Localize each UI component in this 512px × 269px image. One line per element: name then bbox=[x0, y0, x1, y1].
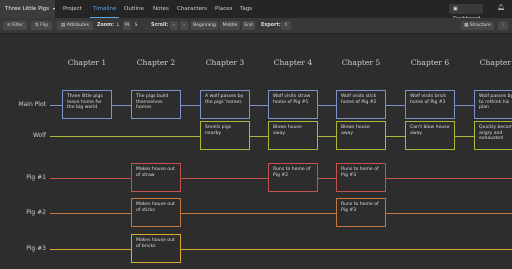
timeline-toolbar: ≡ Filter ⇅ Flip ▤ Attributes Zoom: L M S… bbox=[0, 18, 512, 34]
tab-outline[interactable]: Outline bbox=[124, 0, 144, 18]
scene-card[interactable]: Makes house out of straw bbox=[131, 163, 181, 192]
attributes-button[interactable]: ▤ Attributes bbox=[57, 21, 93, 30]
project-selector[interactable]: Three Little Pigs ▾ bbox=[0, 0, 55, 18]
flip-label: Flip bbox=[40, 23, 49, 28]
filter-button[interactable]: ≡ Filter bbox=[3, 21, 27, 30]
chevron-down-icon: ▾ bbox=[52, 6, 55, 11]
scene-card[interactable]: Wolf visits straw home of Pig #1 bbox=[268, 90, 318, 119]
scene-card[interactable]: Runs to home of Pig #3 bbox=[336, 198, 386, 227]
scene-card[interactable]: Smells pigs nearby bbox=[200, 121, 250, 150]
tab-places[interactable]: Places bbox=[215, 0, 233, 18]
scene-card[interactable]: Makes house out of bricks bbox=[131, 234, 181, 263]
scene-card[interactable]: Blows house away bbox=[268, 121, 318, 150]
scroll-label: Scroll: bbox=[151, 23, 169, 28]
structure-label: Structure bbox=[469, 23, 491, 28]
scroll-beginning-button[interactable]: Beginning bbox=[191, 21, 218, 30]
export-label: Export: bbox=[261, 23, 281, 28]
scene-card[interactable]: A wolf passes by the pigs' homes bbox=[200, 90, 250, 119]
export-icon: ⇪ bbox=[284, 23, 288, 28]
plotline-label[interactable]: Pig #2 bbox=[0, 209, 46, 216]
scene-card[interactable]: Quickly becomes angry and exhausted bbox=[474, 121, 512, 150]
scene-card[interactable]: Blows house away bbox=[336, 121, 386, 150]
scene-card[interactable]: Wolf passes by to rethink his plan bbox=[474, 90, 512, 119]
tab-characters[interactable]: Characters bbox=[177, 0, 207, 18]
filter-label: Filter bbox=[12, 23, 24, 28]
plotline-track bbox=[50, 248, 512, 250]
scene-card[interactable]: Wolf visits stick home of Pig #2 bbox=[336, 90, 386, 119]
chapter-header[interactable]: Chapter 3 bbox=[190, 58, 260, 67]
scene-card[interactable]: Three little pigs leave home for the big… bbox=[62, 90, 112, 119]
flip-button[interactable]: ⇅ Flip bbox=[31, 21, 52, 30]
scene-card[interactable]: The pigs build themselves homes bbox=[131, 90, 181, 119]
dashboard-button[interactable]: ▣ Dashboard bbox=[449, 4, 483, 22]
plotline-label[interactable]: Pig #3 bbox=[0, 245, 46, 252]
flip-icon: ⇅ bbox=[34, 23, 39, 28]
structure-icon: ▦ bbox=[464, 23, 469, 28]
more-icon: ⋮ bbox=[500, 23, 506, 28]
chapter-header[interactable]: Chapter 6 bbox=[395, 58, 465, 67]
chapter-header[interactable]: Chapter 7 bbox=[464, 58, 512, 67]
tab-project[interactable]: Project bbox=[63, 0, 82, 18]
project-title: Three Little Pigs bbox=[5, 6, 50, 12]
zoom-s-button[interactable]: S bbox=[132, 21, 140, 30]
scroll-middle-button[interactable]: Middle bbox=[220, 21, 240, 30]
scene-card[interactable]: Runs to home of Pig #3 bbox=[336, 163, 386, 192]
top-nav-bar: Three Little Pigs ▾ Project Timeline Out… bbox=[0, 0, 512, 22]
scroll-next-button[interactable]: › bbox=[180, 21, 188, 30]
dashboard-icon: ▣ bbox=[453, 6, 458, 12]
scene-card[interactable]: Wolf visits brick home of Pig #3 bbox=[405, 90, 455, 119]
attributes-label: Attributes bbox=[66, 23, 89, 28]
scene-card[interactable]: Makes house out of sticks bbox=[131, 198, 181, 227]
chapter-header[interactable]: Chapter 2 bbox=[121, 58, 191, 67]
export-button[interactable]: ⇪ bbox=[281, 21, 291, 30]
chapter-header[interactable]: Chapter 5 bbox=[326, 58, 396, 67]
filter-icon: ≡ bbox=[6, 23, 11, 28]
structure-button[interactable]: ▦ Structure bbox=[461, 21, 494, 30]
more-options-button[interactable]: ⋮ bbox=[498, 21, 508, 30]
plotline-label[interactable]: Wolf bbox=[0, 132, 46, 139]
chapter-header[interactable]: Chapter 1 bbox=[52, 58, 122, 67]
tab-timeline[interactable]: Timeline bbox=[89, 0, 120, 18]
attributes-icon: ▤ bbox=[61, 23, 66, 28]
plotline-label[interactable]: Main Plot bbox=[0, 101, 46, 108]
scene-card[interactable]: Runs to home of Pig #2 bbox=[268, 163, 318, 192]
zoom-l-button[interactable]: L bbox=[114, 21, 122, 30]
zoom-label: Zoom: bbox=[97, 23, 114, 28]
zoom-m-button[interactable]: M bbox=[123, 21, 131, 30]
chapter-header[interactable]: Chapter 4 bbox=[258, 58, 328, 67]
scene-card[interactable]: Can't blow house away bbox=[405, 121, 455, 150]
tab-tags[interactable]: Tags bbox=[240, 0, 252, 18]
scroll-end-button[interactable]: End bbox=[242, 21, 255, 30]
tab-notes[interactable]: Notes bbox=[153, 0, 169, 18]
plotline-track bbox=[50, 212, 512, 214]
scroll-prev-button[interactable]: ‹ bbox=[170, 21, 178, 30]
bell-icon[interactable]: 🔔︎ bbox=[497, 4, 505, 11]
timeline-grid: Chapter 1 Chapter 2 Chapter 3 Chapter 4 Chap… bbox=[0, 34, 512, 269]
plotline-label[interactable]: Pig #1 bbox=[0, 174, 46, 181]
